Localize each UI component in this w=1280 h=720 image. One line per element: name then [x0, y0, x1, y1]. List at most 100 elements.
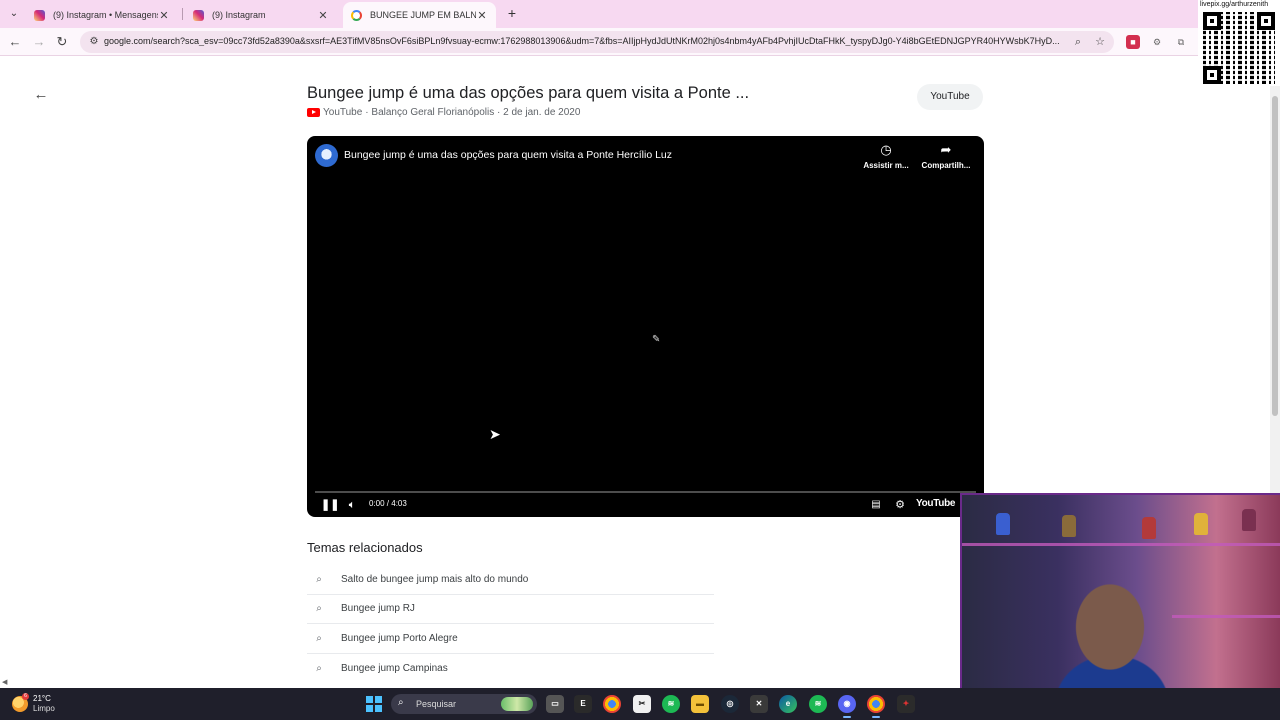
qr-label: livepix.gg/arthurzenith — [1200, 1, 1269, 8]
search-icon: ⌕ — [316, 573, 322, 585]
close-tab-icon[interactable]: ✕ — [476, 9, 488, 22]
weather-temp[interactable]: 21°C — [33, 694, 51, 703]
scrollbar-thumb[interactable] — [1272, 96, 1278, 416]
channel-and-date: · Balanço Geral Florianópolis · 2 de jan… — [365, 106, 581, 118]
tab-title: (9) Instagram — [212, 10, 266, 20]
file-explorer-icon[interactable]: ▬ — [691, 695, 709, 713]
qr-overlay: livepix.gg/arthurzenith — [1198, 0, 1280, 86]
start-tile — [375, 696, 382, 703]
start-windows-icon[interactable] — [366, 696, 382, 712]
settings-gear-icon[interactable]: ⚙ — [893, 497, 907, 513]
back-arrow-icon[interactable]: ← — [6, 33, 24, 51]
related-item-label: Bungee jump Campinas — [341, 662, 448, 674]
weather-badge: 6 — [22, 693, 29, 700]
extension-red-icon[interactable]: ■ — [1126, 35, 1140, 49]
volume-icon[interactable]: 🔈︎ — [345, 497, 359, 513]
new-tab-plus-icon[interactable]: + — [504, 4, 520, 22]
webcam-overlay — [960, 493, 1280, 720]
related-item[interactable]: ⌕ Bungee jump RJ — [307, 595, 714, 624]
source-row: YouTube · Balanço Geral Florianópolis · … — [307, 105, 580, 119]
back-arrow-icon[interactable]: ← — [32, 86, 50, 104]
chrome-icon[interactable] — [867, 695, 885, 718]
close-tab-icon[interactable]: ✕ — [317, 9, 329, 22]
search-highlight-art — [501, 697, 533, 711]
taskbar-search[interactable]: ⌕ Pesquisar — [391, 694, 537, 714]
search-icon: ⌕ — [316, 632, 322, 644]
tab-separator — [182, 8, 183, 20]
start-tile — [366, 705, 373, 712]
related-heading: Temas relacionados — [307, 540, 423, 555]
bookmark-star-icon[interactable]: ☆ — [1092, 34, 1108, 50]
task-view-icon[interactable]: ▭ — [546, 695, 564, 713]
related-list: ⌕ Salto de bungee jump mais alto do mund… — [307, 565, 714, 683]
search-icon: ⌕ — [316, 603, 322, 615]
captions-icon[interactable]: ▤ — [869, 497, 883, 513]
mouse-pointer-icon: ➤ — [489, 426, 501, 442]
tab-title: BUNGEE JUMP EM BALNEÁRIO — [370, 10, 476, 20]
webcam-figure — [1062, 515, 1076, 537]
weather-desc[interactable]: Limpo — [33, 704, 55, 713]
screen: { "browser": { "tabs": [ {"title": "(9) … — [0, 0, 1280, 720]
video-title[interactable]: Bungee jump é uma das opções para quem v… — [344, 149, 672, 161]
search-icon: ⌕ — [398, 697, 404, 708]
related-item[interactable]: ⌕ Salto de bungee jump mais alto do mund… — [307, 565, 714, 595]
start-tile — [366, 696, 373, 703]
time-display: 0:00 / 4:03 — [369, 499, 407, 508]
video-player[interactable]: Bungee jump é uma das opções para quem v… — [307, 136, 984, 517]
forward-arrow-icon[interactable]: → — [30, 33, 48, 51]
obs-icon[interactable]: ✦ — [897, 695, 915, 713]
epic-games-icon[interactable]: E — [574, 695, 592, 713]
scroll-left-arrow-icon[interactable]: ◀ — [2, 678, 7, 686]
instagram-icon — [193, 9, 204, 21]
related-item-label: Salto de bungee jump mais alto do mundo — [341, 573, 529, 585]
start-tile — [375, 705, 382, 712]
tab-instagram-messages[interactable]: (9) Instagram • Mensagens ✕ — [26, 2, 178, 28]
page-title[interactable]: Bungee jump é uma das opções para quem v… — [307, 84, 907, 103]
watch-later-label: Assistir m... — [863, 161, 909, 170]
youtube-logo-icon — [307, 107, 320, 117]
webcam-figure — [996, 513, 1010, 535]
tab-google-bungee[interactable]: BUNGEE JUMP EM BALNEÁRIO ✕ — [343, 2, 496, 28]
browser-toolbar: ← → ↻ ⚙ google.com/search?sca_esv=09cc73… — [0, 28, 1280, 56]
steam-icon[interactable]: ◎ — [721, 695, 739, 713]
chrome-icon[interactable] — [603, 695, 621, 713]
youtube-open-button[interactable]: YouTube — [917, 84, 983, 110]
instagram-icon — [34, 9, 45, 21]
tab-instagram[interactable]: (9) Instagram ✕ — [185, 2, 337, 28]
discord-icon[interactable]: ◉ — [838, 695, 856, 718]
pause-icon[interactable]: ❚❚ — [321, 497, 339, 513]
reload-icon[interactable]: ↻ — [53, 33, 71, 51]
source-name: YouTube — [323, 106, 363, 118]
edge-icon[interactable]: e — [779, 695, 797, 713]
tab-search-chevron-icon[interactable]: ⌄ — [6, 6, 22, 22]
share-label: Compartilh... — [921, 161, 971, 170]
channel-avatar[interactable] — [315, 144, 338, 167]
pencil-cursor-icon: ✎ — [652, 334, 661, 345]
share-button[interactable]: ➦ Compartilh... — [916, 142, 976, 170]
excel-icon[interactable]: ✕ — [750, 695, 768, 713]
url-text[interactable]: google.com/search?sca_esv=09cc73fd52a839… — [104, 36, 1064, 46]
address-bar[interactable]: ⚙ google.com/search?sca_esv=09cc73fd52a8… — [80, 31, 1114, 53]
related-item[interactable]: ⌕ Bungee jump Campinas — [307, 654, 714, 684]
capcut-icon[interactable]: ✂ — [633, 695, 651, 713]
close-tab-icon[interactable]: ✕ — [158, 9, 170, 22]
related-item[interactable]: ⌕ Bungee jump Porto Alegre — [307, 624, 714, 654]
zoom-search-icon[interactable]: ⌕ — [1070, 34, 1086, 50]
webcam-shelf — [962, 543, 1280, 546]
spotify-icon[interactable]: ≋ — [662, 695, 680, 713]
site-settings-icon[interactable]: ⚙ — [86, 34, 102, 50]
share-arrow-icon: ➦ — [940, 142, 952, 157]
tab-title: (9) Instagram • Mensagens — [53, 10, 158, 20]
extensions-puzzle-icon[interactable]: ⧉ — [1174, 35, 1188, 49]
youtube-brand-button[interactable]: YouTube — [916, 498, 956, 509]
spotify-icon[interactable]: ≋ — [809, 695, 827, 713]
tab-strip: ⌄ (9) Instagram • Mensagens ✕ (9) Instag… — [0, 0, 1280, 28]
extension-gear-icon[interactable]: ⚙ — [1150, 35, 1164, 49]
watch-later-button[interactable]: ◷ Assistir m... — [856, 142, 916, 170]
qr-finder — [1257, 12, 1275, 30]
qr-code — [1203, 12, 1275, 84]
related-item-label: Bungee jump Porto Alegre — [341, 632, 458, 644]
progress-bar[interactable] — [315, 491, 976, 493]
webcam-figure — [1242, 509, 1256, 531]
search-placeholder: Pesquisar — [416, 699, 457, 709]
